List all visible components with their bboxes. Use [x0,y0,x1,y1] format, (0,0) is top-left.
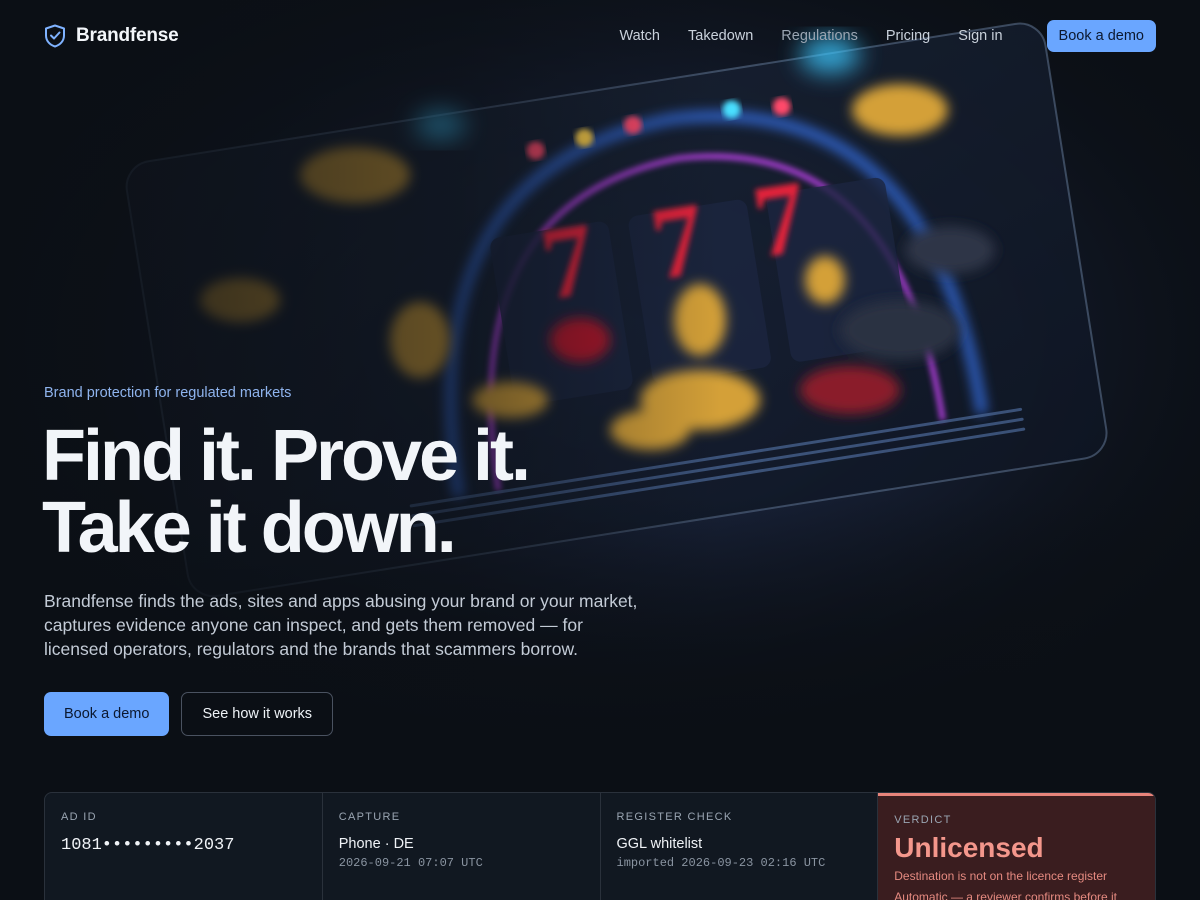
hero-cta-row: Book a demo See how it works [44,692,334,736]
register-check-timestamp: imported 2026-09-23 02:16 UTC [616,856,826,870]
capture-value: Phone · DE [338,836,414,852]
hero-headline-line-2: Take it down. [42,488,457,568]
brand[interactable]: Brandfense [44,24,179,48]
ad-id-label: AD ID [61,811,97,823]
top-nav: Brandfense Watch Takedown Regulations Pr… [0,0,1200,72]
capture-cell: CAPTURE Phone · DE 2026-09-21 07:07 UTC [323,793,601,900]
capture-timestamp: 2026-09-21 07:07 UTC [338,856,483,870]
shield-check-icon [44,24,66,48]
ad-id-value: 1081•••••••••2037 [61,836,235,855]
nav-link-watch[interactable]: Watch [619,28,660,44]
nav-links: Watch Takedown Regulations Pricing Sign … [619,20,1156,52]
svg-text:7: 7 [534,201,603,323]
sign-in-link[interactable]: Sign in [958,28,1002,44]
register-check-cell: REGISTER CHECK GGL whitelist imported 20… [601,793,879,900]
verdict-cell: VERDICT Unlicensed Destination is not on… [878,793,1155,900]
nav-link-takedown[interactable]: Takedown [688,28,753,44]
hero-headline: Find it. Prove it. Take it down. [42,416,531,568]
page: 7 7 7 Brandfense Watch Takedown Regulati… [0,0,1200,900]
verdict-value: Unlicensed [894,832,1044,863]
hero-description: Brandfense finds the ads, sites and apps… [44,591,638,659]
brand-name: Brandfense [76,25,179,46]
see-how-it-works-button[interactable]: See how it works [181,692,334,736]
register-check-label: REGISTER CHECK [616,811,733,823]
nav-link-regulations[interactable]: Regulations [781,28,858,44]
capture-label: CAPTURE [338,811,401,823]
evidence-card: AD ID 1081•••••••••2037 CAPTURE Phone · … [44,792,1156,900]
svg-text:7: 7 [644,181,713,303]
book-demo-nav-button[interactable]: Book a demo [1046,20,1156,52]
verdict-review-note: Automatic — a reviewer confirms before i… [894,890,1117,900]
svg-text:7: 7 [746,159,815,281]
ad-id-cell: AD ID 1081•••••••••2037 [45,793,323,900]
hero-eyebrow: Brand protection for regulated markets [44,385,292,401]
hero-headline-line-1: Find it. Prove it. [42,416,531,496]
nav-link-pricing[interactable]: Pricing [886,28,930,44]
register-check-value: GGL whitelist [616,836,703,852]
verdict-label: VERDICT [894,814,952,826]
verdict-reason: Destination is not on the licence regist… [894,869,1108,883]
book-demo-button[interactable]: Book a demo [44,692,170,736]
